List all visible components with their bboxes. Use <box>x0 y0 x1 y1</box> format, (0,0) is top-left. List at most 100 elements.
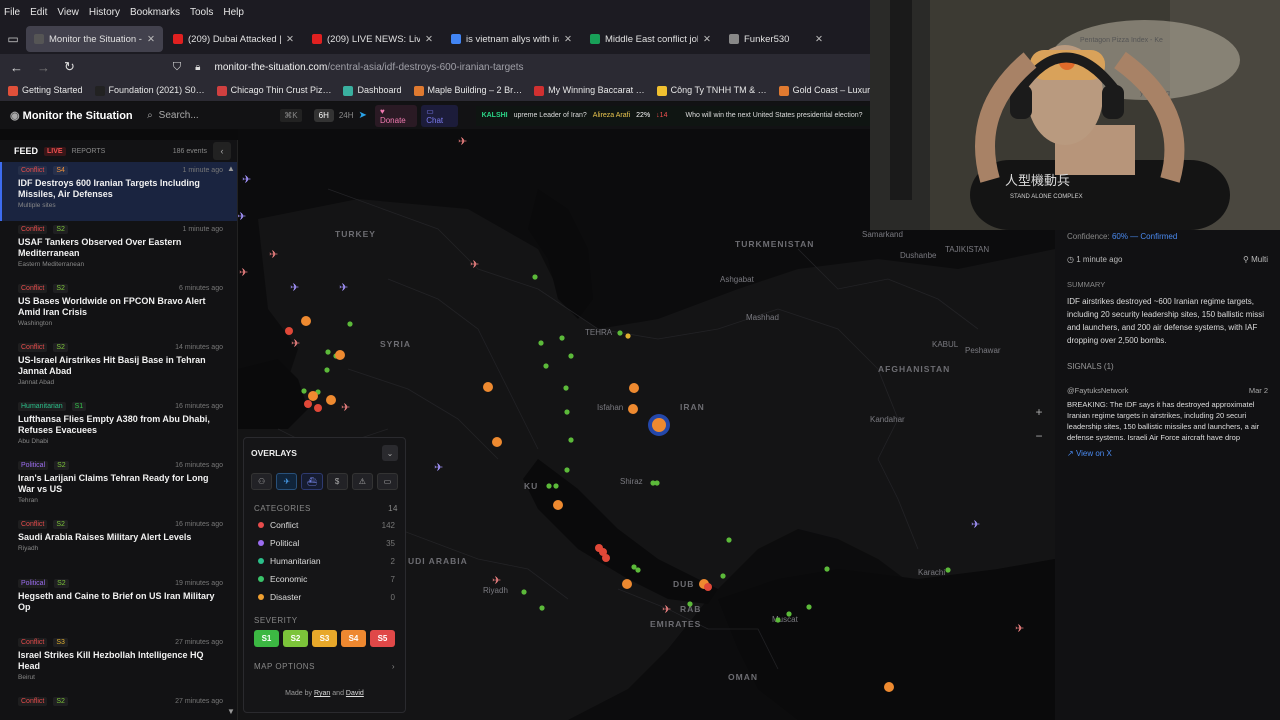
scroll-up-icon[interactable]: ▲ <box>227 164 235 173</box>
bookmark-item[interactable]: Công Ty TNHH TM & … <box>656 85 767 96</box>
chat-button[interactable]: ▭ Chat <box>421 104 458 127</box>
category-filter[interactable]: Economic 7 <box>258 570 395 588</box>
people-overlay-icon[interactable]: ⚇ <box>251 473 273 490</box>
forward-icon[interactable]: → <box>37 60 50 75</box>
kalshi-ticker[interactable]: KALSHI upreme Leader of Iran? Alireza Ar… <box>475 105 871 126</box>
external-link-icon: ↗ <box>1067 449 1074 458</box>
close-tab-icon[interactable]: ✕ <box>425 34 433 45</box>
feed-item-location: Beirut <box>18 674 35 681</box>
event-marker-major <box>326 395 336 405</box>
feed-item[interactable]: Conflict S2 14 minutes ago US-Israel Airstr… <box>0 339 237 398</box>
feed-item[interactable]: Conflict S2 6 minutes ago US Bases Worldwid… <box>0 280 237 339</box>
markets-overlay-icon[interactable]: $ <box>326 473 348 490</box>
close-tab-icon[interactable]: ✕ <box>703 34 711 45</box>
feed-item[interactable]: Conflict S2 27 minutes ago <box>0 693 237 720</box>
range-6h-button[interactable]: 6H <box>313 109 334 122</box>
event-marker-dot <box>806 604 812 610</box>
menu-tools[interactable]: Tools <box>190 7 213 18</box>
alerts-overlay-icon[interactable]: ⚠ <box>351 473 373 490</box>
bookmark-item[interactable]: My Winning Baccarat … <box>534 85 645 96</box>
feed-item[interactable]: Political S2 19 minutes ago Hegseth and Cai… <box>0 575 237 634</box>
menu-help[interactable]: Help <box>223 7 244 18</box>
severity-filter-button[interactable]: S4 <box>341 630 366 647</box>
severity-filter-button[interactable]: S1 <box>254 630 279 647</box>
bookmark-label: Chicago Thin Crust Piz… <box>230 85 332 96</box>
feed-item[interactable]: Conflict S4 1 minute ago IDF Destroys 600 I… <box>0 162 237 221</box>
donate-button[interactable]: ♥ Donate <box>374 104 418 127</box>
category-filter[interactable]: Humanitarian 2 <box>258 552 395 570</box>
event-marker-major <box>629 383 639 393</box>
feed-item[interactable]: Humanitarian S1 16 minutes ago Lufthansa Fl… <box>0 398 237 457</box>
menu-view[interactable]: View <box>57 7 79 18</box>
reload-icon[interactable]: ↻ <box>64 59 75 75</box>
close-tab-icon[interactable]: ✕ <box>815 34 823 45</box>
view-on-x-link[interactable]: ↗ View on X <box>1055 443 1280 458</box>
browser-tab[interactable]: is vietnam allys with iran - … ✕ <box>443 26 580 52</box>
range-24h-button[interactable]: 24H <box>334 109 359 122</box>
tab-favicon-icon <box>34 34 44 44</box>
category-filter[interactable]: Conflict 142 <box>258 516 395 534</box>
feed-item-location: Eastern Mediterranean <box>18 261 85 268</box>
camera-overlay-icon[interactable]: ▭ <box>376 473 399 490</box>
flights-overlay-icon[interactable]: ✈ <box>276 473 298 490</box>
browser-tab[interactable]: Monitor the Situation - Li… ✕ <box>26 26 163 52</box>
menu-edit[interactable]: Edit <box>30 7 47 18</box>
feed-item[interactable]: Conflict S2 16 minutes ago Saudi Arabia Rai… <box>0 516 237 575</box>
menu-history[interactable]: History <box>89 7 120 18</box>
bookmark-item[interactable]: Dashboard <box>343 85 402 96</box>
feed-item[interactable]: Conflict S2 1 minute ago USAF Tankers Obser… <box>0 221 237 280</box>
menu-file[interactable]: File <box>4 7 20 18</box>
severity-filter-button[interactable]: S2 <box>283 630 308 647</box>
feed-item-time: 1 minute ago <box>182 226 223 233</box>
event-marker-dot <box>546 483 552 489</box>
shield-icon[interactable]: ⛉ <box>173 61 181 74</box>
feed-item-title: IDF Destroys 600 Iranian Targets Includi… <box>18 178 200 199</box>
bookmark-item[interactable]: Maple Building – 2 Br… <box>413 85 522 96</box>
ticker-market-1: upreme Leader of Iran? <box>513 112 587 119</box>
zoom-in-button[interactable]: + <box>1031 405 1047 421</box>
search-input[interactable]: ⌕ Search... <box>147 106 270 126</box>
bookmark-item[interactable]: Foundation (2021) S0… <box>94 85 205 96</box>
browser-tab[interactable]: Middle East conflict jolts V… ✕ <box>582 26 719 52</box>
feed-item-time: 14 minutes ago <box>175 344 223 351</box>
event-marker-dot <box>559 335 565 341</box>
back-icon[interactable]: ← <box>10 60 23 75</box>
browser-tab[interactable]: Funker530 ✕ <box>721 26 831 52</box>
browser-tab[interactable]: (209) LIVE NEWS: Live… ✕ <box>304 26 441 52</box>
bookmark-item[interactable]: Chicago Thin Crust Piz… <box>216 85 332 96</box>
close-tab-icon[interactable]: ✕ <box>147 34 155 45</box>
bookmark-item[interactable]: Getting Started <box>8 85 83 96</box>
ships-overlay-icon[interactable]: ⛴ <box>301 473 323 490</box>
feed-item[interactable]: Conflict S3 27 minutes ago Israel Strikes K… <box>0 634 237 693</box>
feed-item[interactable]: Political S2 16 minutes ago Iran's Larijani… <box>0 457 237 516</box>
close-tab-icon[interactable]: ✕ <box>286 34 294 45</box>
scroll-down-icon[interactable]: ▼ <box>227 707 235 716</box>
kalshi-logo: KALSHI <box>481 112 508 119</box>
bookmark-label: Getting Started <box>22 85 83 96</box>
browser-tab[interactable]: (209) Dubai Attacked | … ✕ <box>165 26 302 52</box>
collapse-overlays-icon[interactable]: ⌄ <box>382 445 398 461</box>
category-list: Conflict 142 Political 35 Humanitarian 2 Econo… <box>244 516 405 606</box>
menu-bookmarks[interactable]: Bookmarks <box>130 7 180 18</box>
credit-link-ryan[interactable]: Ryan <box>314 690 330 697</box>
close-tab-icon[interactable]: ✕ <box>564 34 572 45</box>
tab-overview-icon[interactable]: ▭ <box>0 32 26 46</box>
collapse-feed-icon[interactable]: ‹ <box>213 142 231 160</box>
severity-filter-button[interactable]: S5 <box>370 630 395 647</box>
category-dot-icon <box>258 576 264 582</box>
severity-filter-button[interactable]: S3 <box>312 630 337 647</box>
aircraft-icon: ✈ <box>458 136 467 148</box>
map-options-toggle[interactable]: MAP OPTIONS › <box>244 647 405 671</box>
reports-tab[interactable]: REPORTS <box>72 148 106 155</box>
category-filter[interactable]: Political 35 <box>258 534 395 552</box>
category-dot-icon <box>258 540 264 546</box>
feed-item-time: 6 minutes ago <box>179 285 223 292</box>
telegram-icon[interactable]: ➤ <box>359 110 367 121</box>
bookmark-favicon-icon <box>534 85 545 96</box>
zoom-out-button[interactable]: − <box>1031 429 1047 445</box>
address-bar[interactable]: monitor-the-situation.com/central-asia/i… <box>214 62 523 73</box>
credit-link-david[interactable]: David <box>346 690 364 697</box>
live-tab[interactable]: LIVE <box>44 146 66 156</box>
app-brand[interactable]: ◉ Monitor the Situation <box>0 109 143 122</box>
category-filter[interactable]: Disaster 0 <box>258 588 395 606</box>
